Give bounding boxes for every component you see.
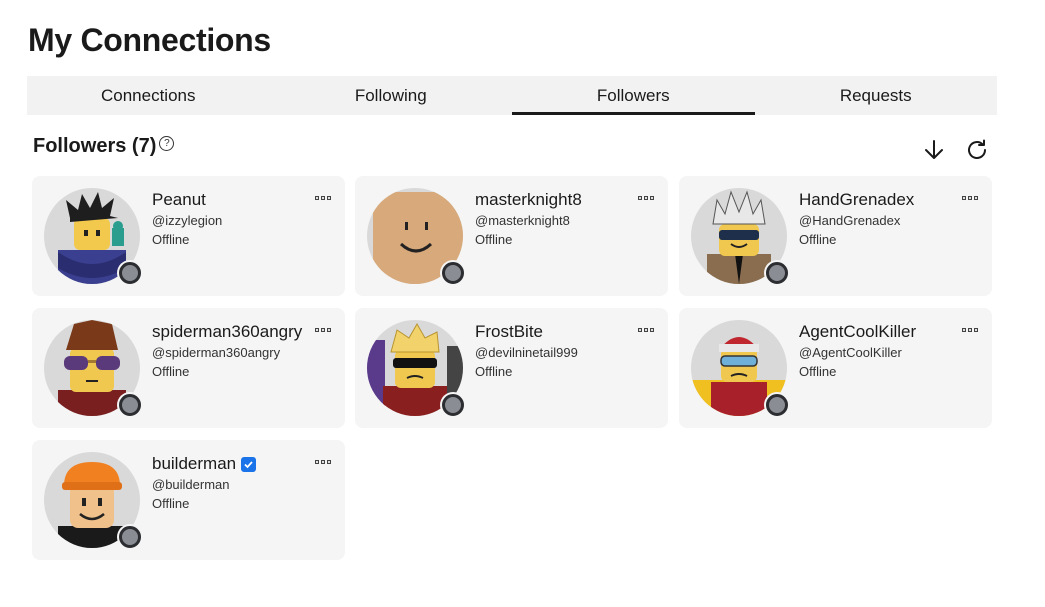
- follower-name[interactable]: HandGrenadex: [799, 190, 914, 210]
- more-options-icon[interactable]: [960, 326, 980, 334]
- offline-status-dot: [766, 262, 788, 284]
- follower-name[interactable]: Peanut: [152, 190, 206, 210]
- more-options-icon[interactable]: [313, 458, 333, 466]
- follower-handle: @izzylegion: [152, 213, 223, 228]
- tab-connections[interactable]: Connections: [27, 76, 270, 115]
- offline-status-dot: [442, 394, 464, 416]
- follower-name[interactable]: FrostBite: [475, 322, 543, 342]
- refresh-button[interactable]: [963, 136, 991, 164]
- more-options-icon[interactable]: [636, 326, 656, 334]
- offline-status-dot: [119, 262, 141, 284]
- tab-followers[interactable]: Followers: [512, 76, 755, 115]
- sort-button[interactable]: [920, 136, 948, 164]
- follower-status: Offline: [799, 364, 837, 379]
- section-header: Followers (7) ?: [33, 135, 175, 158]
- more-options-icon[interactable]: [313, 194, 333, 202]
- question-circle-icon[interactable]: ?: [159, 136, 175, 151]
- follower-card[interactable]: AgentCoolKiller @AgentCoolKiller Offline: [679, 308, 992, 428]
- offline-status-dot: [119, 394, 141, 416]
- follower-status: Offline: [475, 364, 513, 379]
- follower-handle: @masterknight8: [475, 213, 570, 228]
- tab-bar: Connections Following Followers Requests: [27, 76, 997, 115]
- follower-card[interactable]: FrostBite @devilninetail999 Offline: [355, 308, 668, 428]
- follower-name[interactable]: AgentCoolKiller: [799, 322, 916, 342]
- follower-handle: @devilninetail999: [475, 345, 578, 360]
- follower-name[interactable]: spiderman360angry: [152, 322, 302, 342]
- tab-requests[interactable]: Requests: [755, 76, 998, 115]
- follower-status: Offline: [152, 364, 190, 379]
- follower-status: Offline: [152, 232, 190, 247]
- offline-status-dot: [119, 526, 141, 548]
- section-title: Followers (7): [33, 135, 157, 157]
- follower-handle: @HandGrenadex: [799, 213, 901, 228]
- follower-card[interactable]: Peanut @izzylegion Offline: [32, 176, 345, 296]
- follower-status: Offline: [799, 232, 837, 247]
- page-title: My Connections: [28, 22, 271, 58]
- follower-name[interactable]: masterknight8: [475, 190, 582, 210]
- follower-handle: @spiderman360angry: [152, 345, 281, 360]
- follower-status: Offline: [475, 232, 513, 247]
- more-options-icon[interactable]: [636, 194, 656, 202]
- follower-handle: @AgentCoolKiller: [799, 345, 902, 360]
- follower-handle: @builderman: [152, 477, 230, 492]
- follower-card[interactable]: masterknight8 @masterknight8 Offline: [355, 176, 668, 296]
- more-options-icon[interactable]: [313, 326, 333, 334]
- follower-card[interactable]: HandGrenadex @HandGrenadex Offline: [679, 176, 992, 296]
- offline-status-dot: [766, 394, 788, 416]
- refresh-icon: [968, 139, 986, 159]
- verified-badge-icon: [241, 456, 257, 472]
- arrow-down-icon: [925, 140, 943, 159]
- follower-status: Offline: [152, 496, 190, 511]
- tab-following[interactable]: Following: [270, 76, 513, 115]
- follower-name[interactable]: builderman: [152, 454, 257, 474]
- follower-card[interactable]: builderman @builderman Offline: [32, 440, 345, 560]
- follower-card[interactable]: spiderman360angry @spiderman360angry Off…: [32, 308, 345, 428]
- offline-status-dot: [442, 262, 464, 284]
- more-options-icon[interactable]: [960, 194, 980, 202]
